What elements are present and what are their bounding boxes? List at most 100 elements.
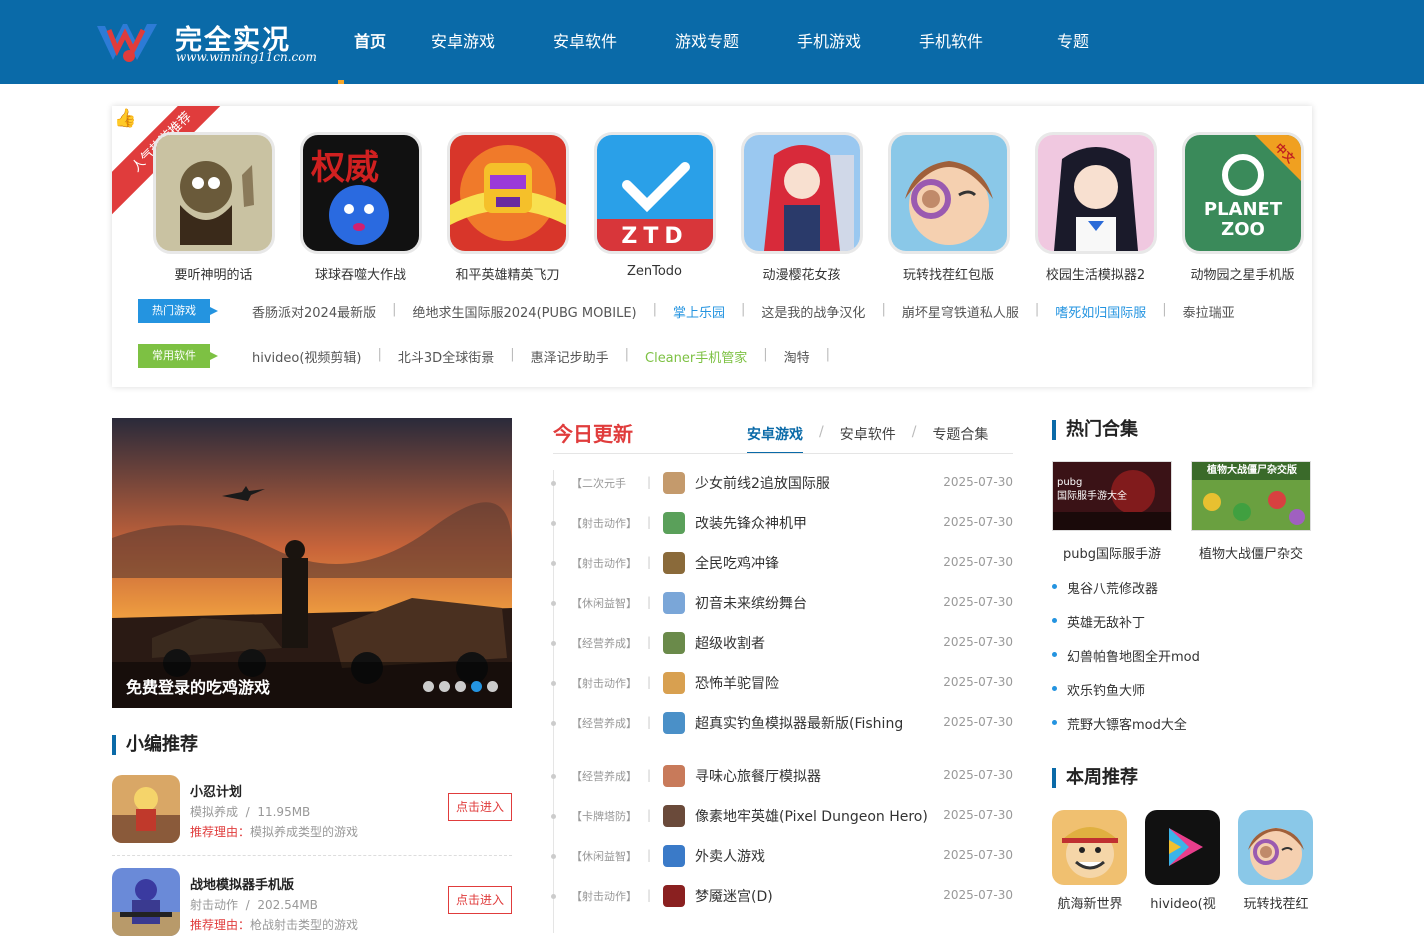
hot-app-item[interactable]: 玩转找茬红包版 <box>875 132 1022 283</box>
quick-link[interactable]: 掌上乐园 <box>673 302 725 321</box>
nav-item[interactable]: 安卓软件 <box>524 0 646 84</box>
slider-dot[interactable] <box>487 681 498 692</box>
update-row[interactable]: 【休闲益智】 | 初音未来缤纷舞台 2025-07-30 <box>551 591 1013 615</box>
hot-app-name: ZenTodo <box>626 264 683 279</box>
slider-dot[interactable] <box>439 681 450 692</box>
link-separator: | <box>392 301 397 317</box>
collection-link[interactable]: 幻兽帕鲁地图全开mod <box>1052 646 1200 680</box>
hot-app-item[interactable]: 权威 球球吞噬大作战 <box>287 132 434 283</box>
update-date: 2025-07-30 <box>943 768 1013 782</box>
update-row[interactable]: 【二次元手 | 少女前线2追放国际服 2025-07-30 <box>551 471 1013 495</box>
update-category: 【射击动作】 <box>571 517 637 530</box>
enter-button[interactable]: 点击进入 <box>448 886 512 914</box>
update-row[interactable]: 【射击动作】 | 改装先锋众神机甲 2025-07-30 <box>551 511 1013 535</box>
collection-item[interactable]: pubg 国际服手游大全 pubg国际服手游 <box>1052 461 1172 562</box>
update-title[interactable]: 恐怖羊驼冒险 <box>695 673 779 693</box>
update-row[interactable]: 【经营养成】 | 超级收割者 2025-07-30 <box>551 631 1013 655</box>
game-thumb-icon <box>663 712 685 734</box>
quick-link[interactable]: 嗜死如归国际服 <box>1055 302 1146 321</box>
nav-item[interactable]: 手机软件 <box>890 0 1012 84</box>
quick-link[interactable]: 这是我的战争汉化 <box>761 302 865 321</box>
logo-url: www.winning11cn.com <box>176 50 317 64</box>
quick-link[interactable]: 淘特 <box>784 347 810 366</box>
slider-dot[interactable] <box>455 681 466 692</box>
quick-link[interactable]: 崩坏星穹铁道私人服 <box>902 302 1019 321</box>
link-separator: | <box>652 301 658 317</box>
update-title[interactable]: 改装先锋众神机甲 <box>695 513 807 533</box>
category-separator: | <box>647 515 652 529</box>
update-row[interactable]: 【卡牌塔防】 | 像素地牢英雄(Pixel Dungeon Hero) 2025-07… <box>551 804 1013 828</box>
update-title[interactable]: 少女前线2追放国际服 <box>695 473 830 493</box>
collection-link[interactable]: 鬼谷八荒修改器 <box>1052 578 1200 612</box>
pick-icon-game <box>112 775 180 843</box>
hot-app-item[interactable]: 要听神明的话 <box>140 132 287 283</box>
update-row[interactable]: 【休闲益智】 | 外卖人游戏 2025-07-30 <box>551 844 1013 868</box>
quanwei-text: 权威 <box>310 148 379 188</box>
yellow-robot-icon <box>446 132 569 254</box>
update-title[interactable]: 寻味心旅餐厅模拟器 <box>695 766 821 786</box>
timeline-bullet <box>551 774 556 779</box>
collection-banner-text: 植物大战僵尸杂交版 <box>1207 465 1297 476</box>
quick-link[interactable]: Cleaner手机管家 <box>645 347 747 366</box>
slider-title[interactable]: 免费登录的吃鸡游戏 <box>126 674 270 698</box>
update-row[interactable]: 【射击动作】 | 梦魇迷宫(D) 2025-07-30 <box>551 884 1013 908</box>
update-title[interactable]: 超级收割者 <box>695 633 765 653</box>
timeline-bullet <box>551 601 556 606</box>
site-logo[interactable]: 完全实况 www.winning11cn.com <box>95 16 325 68</box>
hot-app-item[interactable]: ZTD ZenTodo <box>581 132 728 283</box>
today-divider <box>553 453 1013 454</box>
update-title[interactable]: 像素地牢英雄(Pixel Dungeon Hero) <box>695 806 928 826</box>
update-title[interactable]: 梦魇迷宫(D) <box>695 886 773 906</box>
update-row[interactable]: 【射击动作】 | 恐怖羊驼冒险 2025-07-30 <box>551 671 1013 695</box>
hot-app-item[interactable]: 校园生活模拟器2 <box>1022 132 1169 283</box>
weekly-item[interactable]: 航海新世界 <box>1052 810 1128 912</box>
update-title[interactable]: 外卖人游戏 <box>695 846 765 866</box>
hot-app-item[interactable]: 动漫樱花女孩 <box>728 132 875 283</box>
link-separator: | <box>763 346 768 362</box>
pick-name[interactable]: 小忍计划 <box>190 781 242 800</box>
update-title[interactable]: 初音未来缤纷舞台 <box>695 593 807 613</box>
nav-item[interactable]: 安卓游戏 <box>402 0 524 84</box>
quick-link[interactable]: 香肠派对2024最新版 <box>252 302 376 321</box>
quick-link[interactable]: 北斗3D全球街景 <box>398 347 494 366</box>
slider-dot[interactable] <box>471 681 482 692</box>
quick-link[interactable]: 绝地求生国际服2024(PUBG MOBILE) <box>412 302 636 321</box>
nav-item[interactable]: 游戏专题 <box>646 0 768 84</box>
tab-android-games[interactable]: 安卓游戏 <box>747 424 803 454</box>
game-thumb-icon <box>663 592 685 614</box>
featured-slider[interactable]: 免费登录的吃鸡游戏 <box>112 418 512 708</box>
pick-item[interactable]: 小忍计划 模拟养成 / 11.95MB 推荐理由：模拟养成类型的游戏 点击进入 <box>112 775 512 845</box>
update-row[interactable]: 【经营养成】 | 超真实钓鱼模拟器最新版(Fishing 2025-07-30 <box>551 711 1013 735</box>
hot-app-item[interactable]: 和平英雄精英飞刀 <box>434 132 581 283</box>
hot-app-item[interactable]: PLANET ZOO 中文 动物园之星手机版 <box>1169 132 1312 283</box>
game-thumb-icon <box>663 632 685 654</box>
nav-item[interactable]: 首页 <box>338 0 402 84</box>
enter-button[interactable]: 点击进入 <box>448 793 512 821</box>
update-title[interactable]: 全民吃鸡冲锋 <box>695 553 779 573</box>
update-row[interactable]: 【射击动作】 | 全民吃鸡冲锋 2025-07-30 <box>551 551 1013 575</box>
quick-link[interactable]: 惠泽记步助手 <box>531 347 609 366</box>
quick-link[interactable]: 泰拉瑞亚 <box>1183 302 1235 321</box>
main-nav: 首页 安卓游戏 安卓软件 游戏专题 手机游戏 手机软件 专题 <box>338 0 1134 84</box>
collection-link[interactable]: 欢乐钓鱼大师 <box>1052 680 1200 714</box>
nav-item[interactable]: 手机游戏 <box>768 0 890 84</box>
update-date: 2025-07-30 <box>943 675 1013 689</box>
hot-app-name: 校园生活模拟器2 <box>1045 268 1146 283</box>
weekly-item[interactable]: hivideo(视 <box>1145 810 1221 912</box>
nav-item[interactable]: 专题 <box>1012 0 1134 84</box>
tab-topics[interactable]: 专题合集 <box>932 424 988 454</box>
tab-android-software[interactable]: 安卓软件 <box>840 424 896 454</box>
pick-name[interactable]: 战地模拟器手机版 <box>190 874 294 893</box>
collection-link[interactable]: 英雄无敌补丁 <box>1052 612 1200 646</box>
update-row[interactable]: 【经营养成】 | 寻味心旅餐厅模拟器 2025-07-30 <box>551 764 1013 788</box>
collection-name: pubg国际服手游 <box>1063 547 1161 562</box>
quick-link[interactable]: hivideo(视频剪辑) <box>252 347 362 366</box>
pick-item[interactable]: 战地模拟器手机版 射击动作 / 202.54MB 推荐理由：枪战射击类型的游戏 … <box>112 868 512 938</box>
hot-app-name: 和平英雄精英飞刀 <box>455 268 560 283</box>
collection-link[interactable]: 荒野大镖客mod大全 <box>1052 714 1200 748</box>
weekly-item[interactable]: 玩转找茬红 <box>1238 810 1314 912</box>
category-separator: | <box>647 768 652 782</box>
collection-item[interactable]: 植物大战僵尸杂交版 植物大战僵尸杂交 <box>1191 461 1311 562</box>
update-title[interactable]: 超真实钓鱼模拟器最新版(Fishing <box>695 713 903 733</box>
slider-dot[interactable] <box>423 681 434 692</box>
